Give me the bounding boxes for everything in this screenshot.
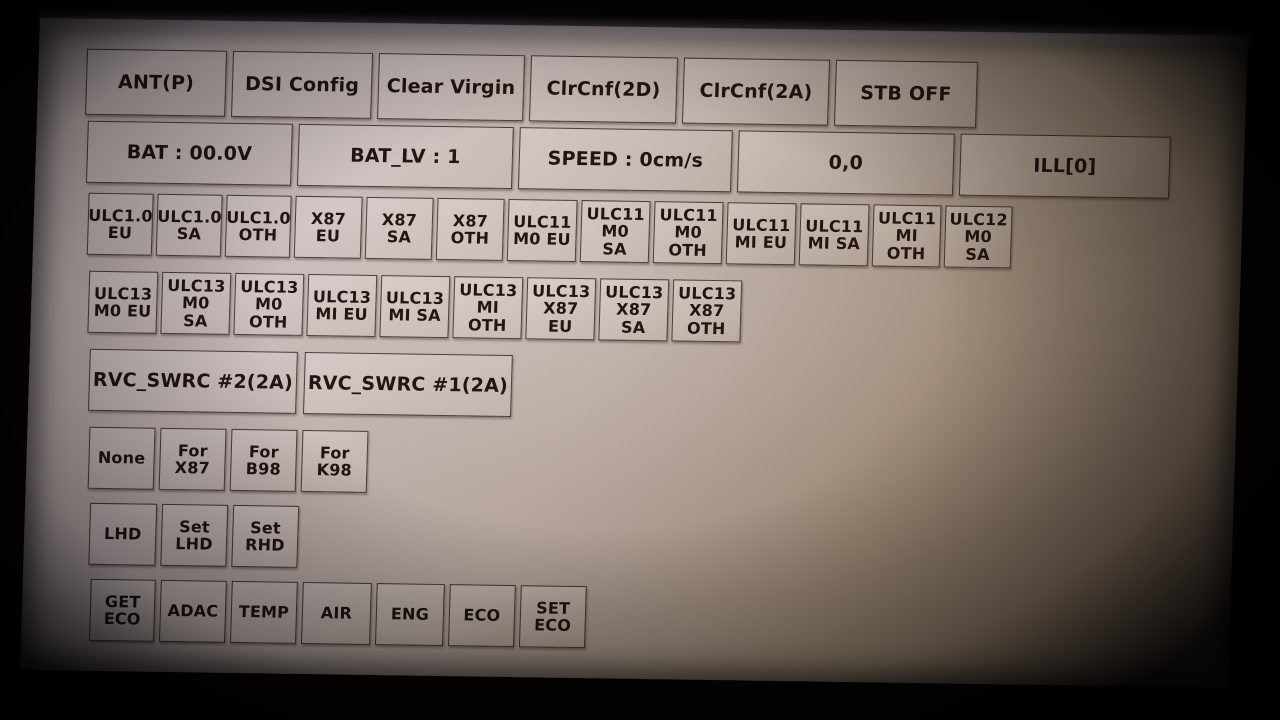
button-ulc13-mi-sa[interactable]: ULC13 MI SA: [379, 275, 451, 339]
button-clrcnf-2d[interactable]: ClrCnf(2D): [529, 55, 679, 124]
button-dsi-config[interactable]: DSI Config: [231, 50, 374, 119]
button-x87-sa[interactable]: X87 SA: [364, 196, 434, 260]
button-ulc13-x87-sa[interactable]: ULC13 X87 SA: [598, 278, 670, 342]
touchscreen-ui: ANT(P) DSI Config Clear Virgin ClrCnf(2D) Cl…: [20, 18, 1248, 688]
button-ulc1-0-eu[interactable]: ULC1.0 EU: [86, 192, 154, 256]
target-select-row: None For X87 For B98 For K98: [87, 426, 369, 493]
button-lhd[interactable]: LHD: [88, 502, 158, 566]
button-rvc-swrc-1-2a[interactable]: RVC_SWRC #1(2A): [302, 351, 513, 418]
button-bat-00-0v[interactable]: BAT : 00.0V: [85, 120, 293, 186]
button-ulc11-mi-sa[interactable]: ULC11 MI SA: [798, 203, 870, 267]
button-ulc13-mi-eu[interactable]: ULC13 MI EU: [306, 274, 378, 338]
button-ulc11-m0-oth[interactable]: ULC11 M0 OTH: [652, 201, 724, 265]
variant-row-1: ULC1.0 EU ULC1.0 SA ULC1.0 OTH X87 EU X87 SA…: [86, 192, 1013, 269]
button-clear-virgin[interactable]: Clear Virgin: [377, 53, 526, 122]
button-set-eco[interactable]: SET ECO: [518, 585, 587, 649]
button-0-0[interactable]: 0,0: [736, 130, 955, 196]
button-eng[interactable]: ENG: [374, 583, 445, 647]
button-for-k98[interactable]: For K98: [300, 429, 369, 493]
button-ulc1-0-oth[interactable]: ULC1.0 OTH: [224, 194, 292, 258]
button-ulc12-m0-sa[interactable]: ULC12 M0 SA: [943, 205, 1013, 269]
button-ulc11-m0-eu[interactable]: ULC11 M0 EU: [506, 198, 578, 262]
button-set-lhd[interactable]: Set LHD: [160, 503, 229, 567]
button-rvc-swrc-2-2a[interactable]: RVC_SWRC #2(2A): [88, 348, 298, 414]
button-set-rhd[interactable]: Set RHD: [231, 504, 300, 568]
camera-photo-of-touchscreen: ANT(P) DSI Config Clear Virgin ClrCnf(2D) Cl…: [0, 0, 1280, 720]
command-row: ANT(P) DSI Config Clear Virgin ClrCnf(2D) Cl…: [85, 48, 978, 128]
hand-drive-row: LHD Set LHD Set RHD: [88, 502, 300, 568]
button-ulc13-mi-oth[interactable]: ULC13 MI OTH: [452, 276, 524, 340]
button-ulc11-mi-oth[interactable]: ULC11 MI OTH: [871, 204, 942, 268]
button-adac[interactable]: ADAC: [158, 579, 227, 643]
button-ulc13-m0-eu[interactable]: ULC13 M0 EU: [87, 270, 159, 334]
status-row: BAT : 00.0V BAT_LV : 1 SPEED : 0cm/s 0,0 ILL…: [85, 120, 1171, 199]
button-stb-off[interactable]: STB OFF: [833, 59, 978, 128]
button-none[interactable]: None: [87, 426, 156, 490]
button-speed-0cm-s[interactable]: SPEED : 0cm/s: [517, 127, 733, 193]
button-ant-p[interactable]: ANT(P): [85, 48, 228, 117]
button-ulc13-m0-sa[interactable]: ULC13 M0 SA: [160, 271, 232, 335]
lcd-panel: ANT(P) DSI Config Clear Virgin ClrCnf(2D) Cl…: [20, 18, 1248, 688]
button-ill-0[interactable]: ILL[0]: [958, 133, 1171, 199]
button-temp[interactable]: TEMP: [229, 580, 298, 644]
button-ulc13-x87-oth[interactable]: ULC13 X87 OTH: [671, 279, 743, 343]
button-ulc11-mi-eu[interactable]: ULC11 MI EU: [725, 202, 797, 266]
button-air[interactable]: AIR: [300, 581, 372, 645]
button-eco[interactable]: ECO: [447, 584, 516, 648]
button-get-eco[interactable]: GET ECO: [88, 578, 156, 642]
button-x87-eu[interactable]: X87 EU: [293, 195, 363, 259]
button-bat-lv-1[interactable]: BAT_LV : 1: [296, 123, 514, 190]
rvc-swrc-row: RVC_SWRC #2(2A) RVC_SWRC #1(2A): [88, 348, 513, 418]
button-for-b98[interactable]: For B98: [229, 428, 298, 492]
button-for-x87[interactable]: For X87: [158, 427, 227, 491]
button-x87-oth[interactable]: X87 OTH: [435, 197, 505, 261]
button-ulc13-x87-eu[interactable]: ULC13 X87 EU: [525, 277, 597, 341]
button-clrcnf-2a[interactable]: ClrCnf(2A): [681, 57, 830, 126]
button-ulc13-m0-oth[interactable]: ULC13 M0 OTH: [233, 272, 305, 336]
variant-row-2: ULC13 M0 EU ULC13 M0 SA ULC13 M0 OTH ULC13 …: [87, 270, 743, 343]
eco-row: GET ECO ADAC TEMP AIR ENG ECO SET ECO: [88, 578, 587, 649]
button-ulc11-m0-sa[interactable]: ULC11 M0 SA: [579, 200, 651, 264]
button-ulc1-0-sa[interactable]: ULC1.0 SA: [155, 193, 223, 257]
